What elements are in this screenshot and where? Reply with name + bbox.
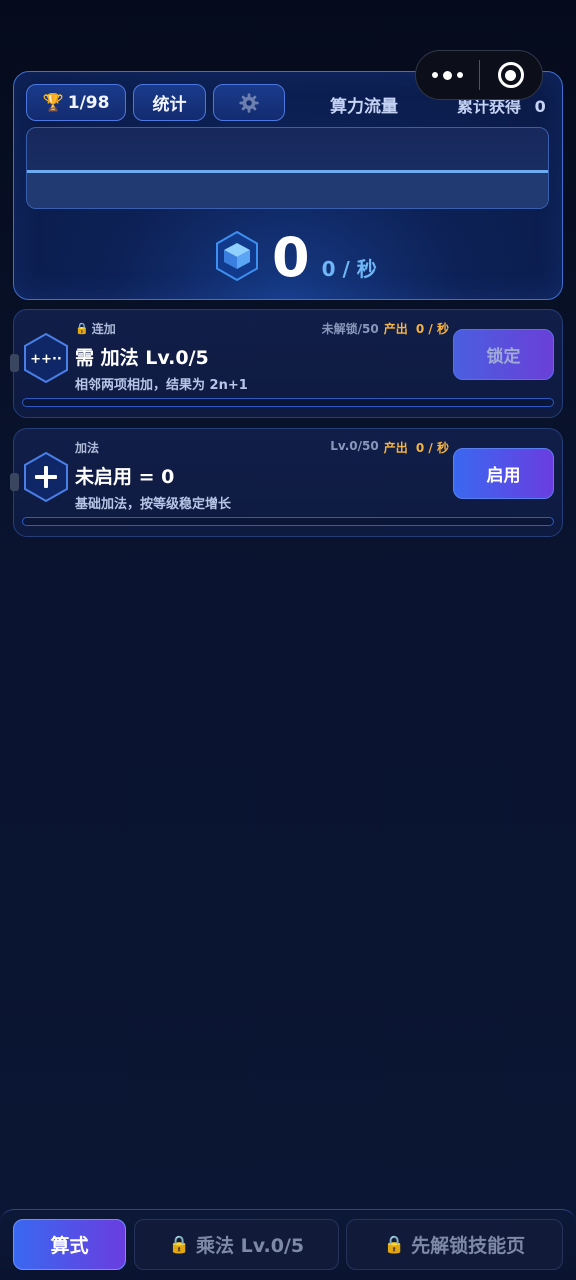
flow-title: 算力流量	[330, 97, 398, 117]
target-close-icon	[497, 62, 524, 88]
bottom-nav: 算式 🔒 乘法 Lv.0/5 🔒 先解锁技能页	[0, 1209, 576, 1280]
lock-icon: 🔒	[75, 322, 89, 335]
tab-multiply[interactable]: 🔒 乘法 Lv.0/5	[134, 1219, 339, 1270]
achievements-count: 1/98	[67, 92, 110, 113]
card-tag: 🔒 连加	[75, 320, 116, 337]
card-tag-label: 连加	[91, 322, 116, 336]
cube-icon	[216, 230, 258, 282]
settings-button[interactable]	[213, 84, 285, 121]
card-description: 相邻两项相加，结果为 2n+1	[75, 378, 248, 393]
lock-icon: 🔒	[383, 1234, 406, 1255]
svg-text:++··: ++··	[30, 352, 62, 367]
total-earned-value: 0	[534, 97, 546, 116]
locked-button[interactable]: 锁定	[453, 329, 554, 380]
tab-skills[interactable]: 🔒 先解锁技能页	[346, 1219, 563, 1270]
card-output-label: 产出	[383, 441, 408, 455]
stats-label: 统计	[152, 95, 187, 115]
card-tag-label: 加法	[75, 441, 100, 455]
miniprogram-capsule	[415, 50, 543, 100]
card-output-value: 0 / 秒	[415, 441, 449, 455]
stats-button[interactable]: 统计	[133, 84, 206, 121]
plus-plus-dots-icon: ++··	[22, 332, 70, 384]
card-tag: 加法	[75, 439, 99, 456]
rate-unit: 0 / 秒	[321, 257, 377, 281]
app-screen: 🏆 1/98 统计 算力流量 累计获得 0 0 0 / 秒 ++·· 🔒 连加 …	[0, 0, 576, 1280]
gear-icon	[238, 92, 260, 114]
flow-progress-fill	[27, 173, 548, 208]
card-output: 产出 0 / 秒	[384, 320, 449, 337]
skill-card-consecutive-add: ++·· 🔒 连加 未解锁/50 产出 0 / 秒 需 加法 Lv.0/5 相邻…	[10, 309, 563, 418]
card-title: 需 加法 Lv.0/5	[75, 347, 209, 369]
card-output-value: 0 / 秒	[415, 322, 449, 336]
more-dots-icon-right	[456, 72, 463, 78]
card-title: 未启用 = 0	[75, 466, 175, 488]
card-meta: Lv.0/50 产出 0 / 秒	[330, 439, 449, 456]
lock-icon: 🔒	[168, 1234, 190, 1255]
card-side-marker	[10, 473, 19, 491]
card-progress-bar	[22, 517, 554, 526]
tab-formula[interactable]: 算式	[13, 1219, 126, 1270]
compute-rate: 0 0 / 秒	[214, 224, 377, 288]
card-output-label: 产出	[383, 322, 408, 336]
more-menu-button[interactable]	[416, 51, 479, 99]
more-dots-icon	[431, 72, 438, 78]
card-description: 基础加法，按等级稳定增长	[75, 497, 232, 512]
enable-button[interactable]: 启用	[453, 448, 554, 499]
close-miniprogram-button[interactable]	[479, 51, 542, 99]
more-dots-icon-center	[442, 70, 452, 80]
achievements-button[interactable]: 🏆 1/98	[26, 84, 126, 121]
card-progress-bar	[22, 398, 554, 407]
compute-flow-panel: 🏆 1/98 统计 算力流量 累计获得 0 0 0 / 秒	[13, 71, 563, 300]
skill-card-addition: 加法 Lv.0/50 产出 0 / 秒 未启用 = 0 基础加法，按等级稳定增长…	[10, 428, 563, 537]
card-meta: 未解锁/50 产出 0 / 秒	[322, 320, 449, 337]
flow-progress-frame	[26, 127, 549, 209]
card-output: 产出 0 / 秒	[384, 439, 449, 456]
tab-skills-label: 先解锁技能页	[411, 1235, 526, 1257]
plus-icon	[22, 451, 70, 503]
card-side-marker	[10, 354, 19, 372]
card-level: Lv.0/50	[330, 439, 379, 453]
tab-formula-label: 算式	[50, 1235, 89, 1257]
trophy-icon: 🏆	[42, 92, 64, 113]
rate-value: 0	[272, 226, 310, 289]
tab-multiply-label: 乘法 Lv.0/5	[196, 1235, 305, 1257]
card-level: 未解锁/50	[321, 322, 379, 336]
